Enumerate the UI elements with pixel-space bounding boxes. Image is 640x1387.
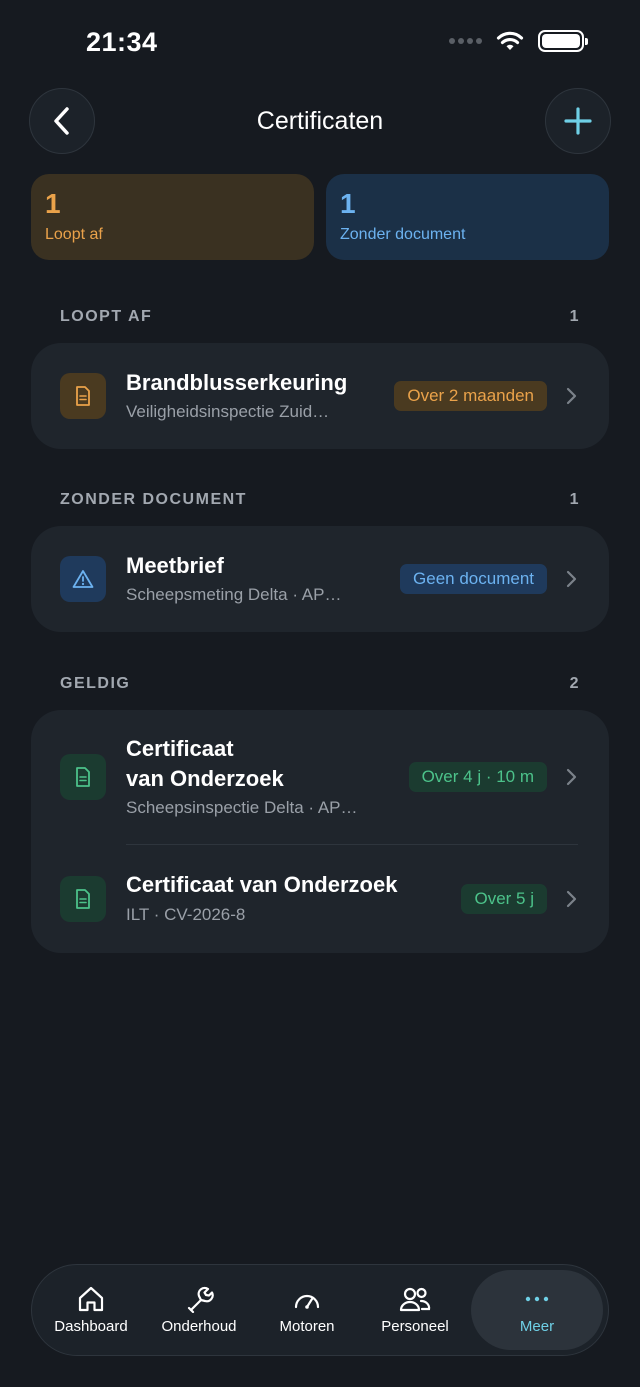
wifi-icon [496,31,524,50]
status-badge: Over 4 j · 10 m [408,762,547,792]
section-count: 1 [569,308,580,325]
section-count: 2 [569,675,580,692]
chevron-right-icon [566,890,577,908]
tab-bar: Dashboard Onderhoud Motoren Personeel Me… [31,1264,609,1356]
chevron-right-icon [566,387,577,405]
section-header-valid: GELDIG 2 [60,675,580,693]
section-title: LOOPT AF [60,308,153,325]
item-title: Brandblusserkeuring [126,370,348,395]
status-time: 21:34 [86,27,158,57]
section-title: ZONDER DOCUMENT [60,491,247,508]
warning-icon [60,556,106,602]
tab-label: Personeel [381,1318,449,1335]
item-subtitle: ILT · CV-2026-8 [126,905,246,924]
tab-label: Meer [519,1318,555,1335]
tab-meer[interactable]: Meer [471,1270,603,1350]
more-icon [525,1296,549,1302]
document-icon [60,754,106,800]
status-badge: Over 2 maanden [394,381,547,411]
valid-list: Certificaat van Onderzoek Scheepsinspect… [31,710,609,953]
tab-motoren[interactable]: Motoren [253,1270,361,1350]
tab-label: Onderhoud [161,1318,237,1335]
summary-no-document-label: Zonder document [340,226,466,243]
item-title: Meetbrief [126,553,224,578]
plus-icon [564,107,592,135]
summary-expiring-card[interactable]: 1 Loopt af [31,174,314,260]
summary-no-document-count: 1 [340,188,356,219]
chevron-right-icon [566,768,577,786]
tab-personeel[interactable]: Personeel [361,1270,469,1350]
item-subtitle: Veiligheidsinspectie Zuid… [126,402,330,421]
people-icon [399,1287,431,1312]
summary-expiring-label: Loopt af [45,226,103,243]
add-certificate-button[interactable] [545,88,611,154]
list-item[interactable]: Certificaat van Onderzoek ILT · CV-2026-… [31,844,609,950]
header: Certificaten [0,88,640,154]
tab-label: Motoren [279,1318,335,1335]
status-bar: 21:34 [0,0,640,88]
item-title-line2: van Onderzoek [126,766,284,791]
gauge-icon [294,1294,320,1309]
summary-no-document-card[interactable]: 1 Zonder document [326,174,609,260]
section-title: GELDIG [60,675,131,692]
no-document-list: Meetbrief Scheepsmeting Delta · AP… Geen… [31,526,609,632]
wrench-icon [187,1286,214,1313]
summary-expiring-count: 1 [45,188,61,219]
expiring-list: Brandblusserkeuring Veiligheidsinspectie… [31,343,609,449]
section-header-expiring: LOOPT AF 1 [60,308,580,326]
tab-label: Dashboard [54,1318,128,1335]
page-title: Certificaten [256,107,384,135]
item-subtitle: Scheepsmeting Delta · AP… [126,585,342,604]
document-icon [60,876,106,922]
list-item[interactable]: Brandblusserkeuring Veiligheidsinspectie… [31,343,609,449]
section-count: 1 [569,491,580,508]
section-header-no-document: ZONDER DOCUMENT 1 [60,491,580,509]
cellular-signal-icon [449,38,482,44]
tab-dashboard[interactable]: Dashboard [37,1270,145,1350]
tab-onderhoud[interactable]: Onderhoud [145,1270,253,1350]
summary-cards: 1 Loopt af 1 Zonder document [31,174,609,260]
document-icon [60,373,106,419]
item-subtitle: Scheepsinspectie Delta · AP… [126,798,358,817]
chevron-right-icon [566,570,577,588]
item-title: Certificaat van Onderzoek [126,872,398,897]
status-badge: Over 5 j [461,884,547,914]
item-title-line1: Certificaat [126,736,234,761]
battery-icon [538,30,588,52]
list-item[interactable]: Meetbrief Scheepsmeting Delta · AP… Geen… [31,526,609,632]
status-badge: Geen document [400,564,547,594]
status-icons [449,30,588,52]
list-item[interactable]: Certificaat van Onderzoek Scheepsinspect… [31,710,609,844]
home-icon [78,1286,104,1312]
